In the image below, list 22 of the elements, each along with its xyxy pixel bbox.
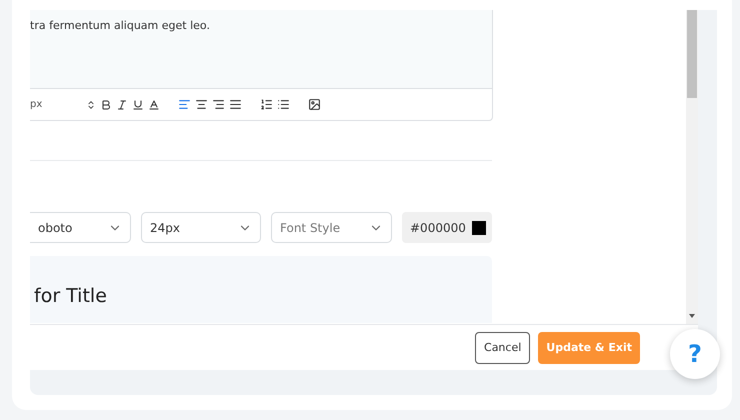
italic-icon[interactable]: [116, 98, 128, 110]
color-field[interactable]: #000000: [402, 212, 492, 243]
cancel-button[interactable]: Cancel: [475, 332, 530, 364]
title-preview: for Title: [30, 256, 492, 323]
numbered-list-icon[interactable]: [260, 98, 273, 111]
underline-icon[interactable]: [132, 98, 144, 110]
align-justify-icon[interactable]: [229, 98, 242, 111]
help-button[interactable]: ?: [670, 329, 720, 379]
align-left-icon[interactable]: [178, 98, 191, 111]
font-size-value: px: [30, 99, 44, 110]
align-right-icon[interactable]: [212, 98, 225, 111]
editor-text[interactable]: tra fermentum aliquam eget leo.: [30, 10, 492, 89]
size-select[interactable]: 24px: [141, 212, 261, 243]
font-select[interactable]: oboto: [30, 212, 131, 243]
scrollbar[interactable]: [686, 10, 698, 324]
text-color-icon[interactable]: [148, 98, 160, 110]
stepper-icon[interactable]: [86, 100, 96, 110]
bullet-list-icon[interactable]: [277, 98, 290, 111]
image-icon[interactable]: [308, 98, 321, 111]
align-center-icon[interactable]: [195, 98, 208, 111]
style-select[interactable]: Font Style: [271, 212, 392, 243]
bold-icon[interactable]: [100, 98, 112, 110]
